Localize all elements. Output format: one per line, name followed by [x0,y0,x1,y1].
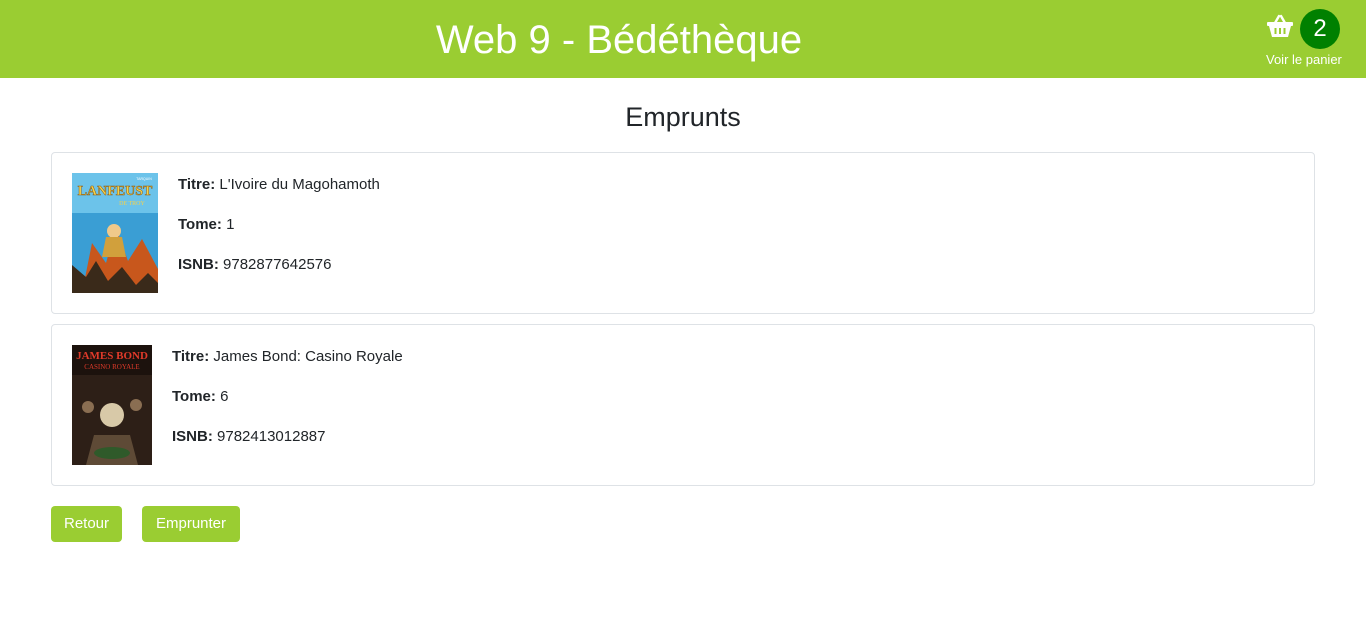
loan-card: LANFEUST DE TROY TARQUIN Titre: L'Ivoire… [51,152,1315,314]
cover-author-text: TARQUIN [136,177,152,181]
tome-value: 6 [220,388,229,405]
borrow-button[interactable]: Emprunter [142,506,240,542]
isbn-value: 9782413012887 [217,428,326,445]
tome-row: Tome: 1 [178,215,380,235]
isbn-label: ISNB: [172,428,213,445]
isbn-value: 9782877642576 [223,256,332,273]
loan-card: JAMES BOND CASINO ROYALE Titre: James Bo… [51,324,1315,486]
book-info: Titre: L'Ivoire du Magohamoth Tome: 1 IS… [178,175,380,295]
cover-title-text: LANFEUST [78,184,153,199]
tome-row: Tome: 6 [172,387,403,407]
cover-subtitle-text: CASINO ROYALE [84,363,139,371]
basket-icon [1267,14,1293,37]
title-label: Titre: [172,348,210,365]
cart-label[interactable]: Voir le panier [1266,52,1356,68]
isbn-row: ISNB: 9782413012887 [172,427,403,447]
book-cover-image: LANFEUST DE TROY TARQUIN [72,173,158,293]
title-value: James Bond: Casino Royale [213,348,403,365]
site-header: Web 9 - Bédéthèque 2 Voir le panier [0,0,1366,78]
book-cover-image: JAMES BOND CASINO ROYALE [72,345,152,465]
book-info: Titre: James Bond: Casino Royale Tome: 6… [172,347,403,467]
title-label: Titre: [178,176,216,193]
cover-title-text: JAMES BOND [76,350,148,362]
cover-subtitle-text: DE TROY [119,201,145,207]
title-row: Titre: James Bond: Casino Royale [172,347,403,367]
tome-label: Tome: [172,388,216,405]
tome-label: Tome: [178,216,222,233]
title-row: Titre: L'Ivoire du Magohamoth [178,175,380,195]
cart-link[interactable]: 2 Voir le panier [1266,8,1346,72]
back-button[interactable]: Retour [51,506,122,542]
title-value: L'Ivoire du Magohamoth [219,176,380,193]
site-title: Web 9 - Bédéthèque [435,18,803,62]
page-title: Emprunts [625,102,741,132]
cart-count-badge[interactable]: 2 [1300,9,1340,49]
isbn-label: ISNB: [178,256,219,273]
isbn-row: ISNB: 9782877642576 [178,255,380,275]
tome-value: 1 [226,216,235,233]
